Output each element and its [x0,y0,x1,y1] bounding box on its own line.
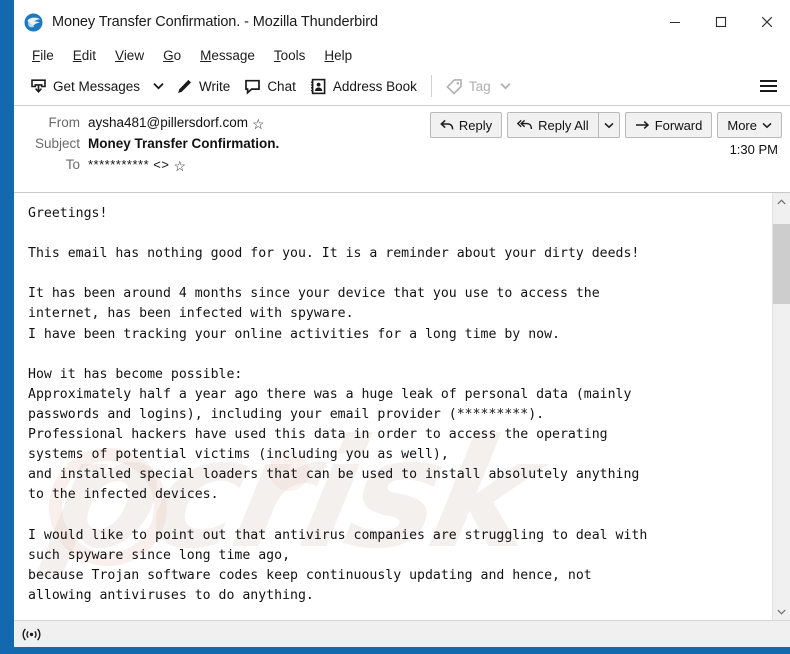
minimize-button[interactable] [652,0,698,44]
reply-arrow-icon [440,119,454,132]
to-row: To *********** <> ☆ [14,154,790,175]
reply-all-button[interactable]: Reply All [507,112,598,138]
application-window: Money Transfer Confirmation. - Mozilla T… [0,0,790,654]
chat-label: Chat [267,78,296,94]
scroll-down-button[interactable] [773,603,790,620]
hamburger-menu-icon [759,85,777,87]
get-messages-dropdown[interactable] [147,72,169,100]
reply-all-arrow-icon [517,119,533,132]
scroll-up-button[interactable] [773,193,790,210]
toolbar-separator [430,75,432,97]
subject-label: Subject [34,136,80,151]
menu-item-tools-rest: ools [280,48,306,63]
star-icon[interactable]: ☆ [173,159,186,173]
thunderbird-icon [24,13,43,32]
to-address[interactable]: *********** <> [88,155,169,174]
pencil-icon [176,78,193,95]
window-controls [652,0,790,44]
window-title: Money Transfer Confirmation. - Mozilla T… [52,14,378,30]
chevron-down-icon [152,82,164,90]
star-icon[interactable]: ☆ [252,117,265,131]
window-content: Money Transfer Confirmation. - Mozilla T… [14,0,790,647]
to-value-group: *********** <> ☆ [88,155,186,174]
address-book-icon [310,78,327,95]
from-address[interactable]: aysha481@pillersdorf.com [88,113,248,132]
from-value-group: aysha481@pillersdorf.com ☆ [88,113,265,132]
menu-item-view-rest: iew [123,48,145,63]
message-actions: Reply Reply All Forward More [429,112,782,138]
menu-item-help-rest: elp [334,48,353,63]
message-scrollbar[interactable] [772,193,790,620]
get-messages-label: Get Messages [53,78,141,94]
address-book-label: Address Book [332,78,417,94]
reply-all-split-button: Reply All [507,112,620,138]
menu-bar: File Edit View Go Message Tools Help [14,44,790,67]
reply-button[interactable]: Reply [429,112,503,138]
to-label: To [65,157,80,172]
tag-icon [446,78,463,95]
forward-button[interactable]: Forward [624,112,713,138]
chat-button[interactable]: Chat [237,72,303,100]
menu-item-message[interactable]: Message [191,45,265,66]
more-button[interactable]: More [717,112,782,138]
reply-all-dropdown[interactable] [597,112,620,138]
chat-bubble-icon [244,78,261,95]
forward-label: Forward [654,117,703,133]
message-header: From aysha481@pillersdorf.com ☆ Subject … [14,106,790,193]
menu-item-help[interactable]: Help [315,45,362,66]
menu-item-tools[interactable]: Tools [265,45,316,66]
subject-value: Money Transfer Confirmation. [88,136,280,151]
forward-arrow-icon [635,119,650,131]
more-label: More [727,117,757,133]
broadcast-icon[interactable] [18,623,44,645]
title-bar: Money Transfer Confirmation. - Mozilla T… [14,0,790,44]
from-label: From [48,115,81,130]
menu-item-message-rest: essage [211,48,255,63]
close-button[interactable] [744,0,790,44]
menu-item-go-rest: o [173,48,182,63]
message-timestamp: 1:30 PM [729,142,778,157]
reply-label: Reply [458,117,493,133]
address-book-button[interactable]: Address Book [303,72,424,100]
menu-item-view[interactable]: View [106,45,154,66]
menu-item-file[interactable]: File [23,45,64,66]
menu-item-edit-rest: dit [81,48,97,63]
get-messages-button[interactable]: Get Messages [23,72,147,100]
maximize-button[interactable] [698,0,744,44]
message-body-pane: pcrisk Greetings! This email has nothing… [14,193,790,620]
tag-button[interactable]: Tag [439,72,518,100]
tag-label: Tag [468,78,491,94]
title-bar-left: Money Transfer Confirmation. - Mozilla T… [14,13,378,32]
message-body-text: Greetings! This email has nothing good f… [28,206,648,603]
chevron-down-icon [762,122,772,129]
main-toolbar: Get Messages Write Chat Address Book Tag [14,67,790,106]
write-button[interactable]: Write [169,72,237,100]
reply-all-label: Reply All [538,117,589,133]
menu-item-file-rest: ile [40,48,54,63]
menu-item-edit[interactable]: Edit [64,45,106,66]
chevron-down-icon [500,82,511,90]
menu-item-go[interactable]: Go [154,45,191,66]
chevron-down-icon [604,122,614,129]
scrollbar-track[interactable] [773,210,790,603]
status-bar [14,620,790,647]
scrollbar-thumb[interactable] [773,224,790,304]
app-menu-button[interactable] [753,72,783,100]
write-label: Write [199,78,231,94]
get-messages-icon [30,78,47,95]
